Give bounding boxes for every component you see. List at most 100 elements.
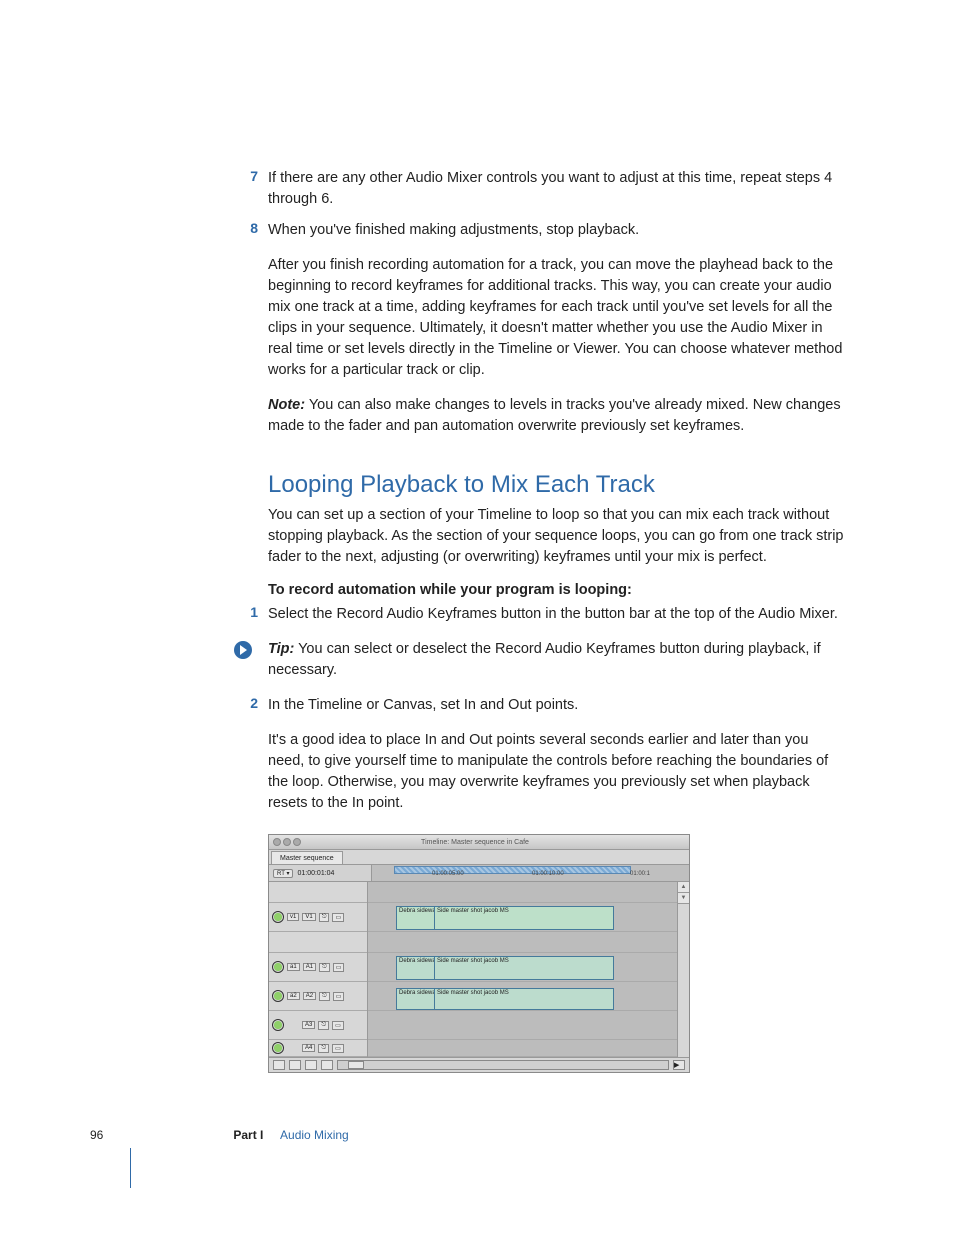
track-v1-lane[interactable]: Debra sidewa Side master shot jacob MS — [368, 903, 689, 932]
minimize-icon[interactable] — [283, 838, 291, 846]
track-header-v1[interactable]: v1 V1 ⎋ ▭ — [269, 903, 367, 932]
ruler[interactable]: 01:00:05:00 01:00:10:00 01:00:1 — [372, 865, 689, 881]
step-8-text: When you've finished making adjustments,… — [268, 220, 639, 241]
clip-a1-b[interactable]: Side master shot jacob MS — [434, 956, 614, 980]
loop-step-2-text: In the Timeline or Canvas, set In and Ou… — [268, 695, 578, 716]
scroll-right-icon[interactable]: ▶ — [673, 1060, 685, 1070]
tip-text: You can select or deselect the Record Au… — [268, 641, 821, 678]
clip-a2-b[interactable]: Side master shot jacob MS — [434, 988, 614, 1010]
scroll-thumb[interactable] — [348, 1061, 364, 1069]
track-a3-lane[interactable] — [368, 1011, 689, 1040]
track-header-a4[interactable]: A4 ⎋ ▭ — [269, 1040, 367, 1057]
src-v1[interactable]: v1 — [287, 913, 299, 921]
track-enable-icon[interactable] — [272, 911, 284, 923]
section-heading: Looping Playback to Mix Each Track — [268, 471, 848, 499]
window-traffic-lights — [269, 838, 301, 846]
loop-step-2-num: 2 — [234, 695, 258, 716]
tip-row: Tip: You can select or deselect the Reco… — [268, 639, 848, 681]
zoom-icon[interactable] — [293, 838, 301, 846]
track-a2-lane[interactable]: Debra sidewa Side master shot jacob MS — [368, 982, 689, 1011]
toggle-2[interactable] — [289, 1060, 301, 1070]
src-a2[interactable]: a2 — [287, 992, 300, 1000]
dest-a4[interactable]: A4 — [302, 1044, 315, 1052]
toggle-1[interactable] — [273, 1060, 285, 1070]
note-text: You can also make changes to levels in t… — [268, 397, 841, 434]
mute-icon[interactable]: ▭ — [333, 963, 345, 972]
loop-step-1-num: 1 — [234, 604, 258, 625]
track-header-a2[interactable]: a2 A2 ⎋ ▭ — [269, 982, 367, 1011]
toggle-4[interactable] — [321, 1060, 333, 1070]
step-number-8: 8 — [234, 220, 258, 241]
horizontal-scrollbar[interactable] — [337, 1060, 669, 1070]
content-column: 7 If there are any other Audio Mixer con… — [268, 168, 848, 1073]
procedure-heading: To record automation while your program … — [268, 582, 848, 598]
scroll-down-icon[interactable]: ▼ — [678, 893, 689, 904]
in-out-region — [394, 866, 631, 874]
track-header-a1[interactable]: a1 A1 ⎋ ▭ — [269, 953, 367, 982]
step-number-7: 7 — [234, 168, 258, 210]
track-enable-icon[interactable] — [272, 1042, 284, 1054]
timeline-body: v1 V1 ⎋ ▭ a1 A1 ⎋ ▭ a2 — [269, 882, 689, 1057]
sequence-tabs: Master sequence — [269, 850, 689, 865]
page: 7 If there are any other Audio Mixer con… — [0, 0, 954, 1235]
track-a1-lane[interactable]: Debra sidewa Side master shot jacob MS — [368, 953, 689, 982]
step-7-row: 7 If there are any other Audio Mixer con… — [268, 168, 848, 210]
track-area[interactable]: Debra sidewa Side master shot jacob MS D… — [368, 882, 689, 1057]
step-7-text: If there are any other Audio Mixer contr… — [268, 168, 848, 210]
ruler-tc-1: 01:00:05:00 — [432, 871, 464, 877]
dest-a1[interactable]: A1 — [303, 963, 316, 971]
ruler-tc-2: 01:00:10:00 — [532, 871, 564, 877]
track-enable-icon[interactable] — [272, 961, 284, 973]
current-timecode: 01:00:01:04 — [297, 870, 334, 877]
loop-para: It's a good idea to place In and Out poi… — [268, 730, 848, 814]
ruler-left: RT ▾ 01:00:01:04 — [269, 865, 372, 881]
dest-v1[interactable]: V1 — [302, 913, 315, 921]
rt-menu[interactable]: RT ▾ — [273, 869, 293, 878]
clip-v1-a[interactable]: Debra sidewa — [396, 906, 438, 930]
scroll-up-icon[interactable]: ▲ — [678, 882, 689, 893]
clip-a2-a[interactable]: Debra sidewa — [396, 988, 438, 1010]
tip-label: Tip: — [268, 641, 294, 657]
close-icon[interactable] — [273, 838, 281, 846]
dest-a2[interactable]: A2 — [303, 992, 316, 1000]
tab-master-sequence[interactable]: Master sequence — [271, 851, 343, 864]
lock-icon[interactable]: ⎋ — [318, 1021, 329, 1030]
track-a4-lane[interactable] — [368, 1040, 689, 1057]
loop-step-1-row: 1 Select the Record Audio Keyframes butt… — [268, 604, 848, 625]
clip-a1-a[interactable]: Debra sidewa — [396, 956, 438, 980]
ruler-row: RT ▾ 01:00:01:04 01:00:05:00 01:00:10:00… — [269, 865, 689, 882]
page-footer: 96 Part I Audio Mixing — [90, 1128, 349, 1142]
lock-icon[interactable]: ⎋ — [319, 992, 330, 1001]
lock-icon[interactable]: ⎋ — [318, 1044, 329, 1053]
track-enable-icon[interactable] — [272, 1019, 284, 1031]
vertical-scrollbar[interactable]: ▲ ▼ — [677, 882, 689, 1057]
after-para: After you finish recording automation fo… — [268, 255, 848, 381]
loop-step-1-text: Select the Record Audio Keyframes button… — [268, 604, 838, 625]
play-tip-icon — [234, 641, 252, 659]
note-para: Note: You can also make changes to level… — [268, 395, 848, 437]
dest-a3[interactable]: A3 — [302, 1021, 315, 1029]
step-8-row: 8 When you've finished making adjustment… — [268, 220, 848, 241]
window-titlebar: Timeline: Master sequence in Cafe — [269, 835, 689, 850]
src-a1[interactable]: a1 — [287, 963, 300, 971]
window-title: Timeline: Master sequence in Cafe — [301, 839, 649, 846]
visible-icon[interactable]: ▭ — [332, 913, 344, 922]
chapter-label: Audio Mixing — [280, 1128, 349, 1142]
footer-rule — [130, 1148, 131, 1188]
track-header-a3[interactable]: A3 ⎋ ▭ — [269, 1011, 367, 1040]
track-enable-icon[interactable] — [272, 990, 284, 1002]
ruler-tc-3: 01:00:1 — [630, 871, 650, 877]
track-headers: v1 V1 ⎋ ▭ a1 A1 ⎋ ▭ a2 — [269, 882, 368, 1057]
lock-icon[interactable]: ⎋ — [319, 963, 330, 972]
mute-icon[interactable]: ▭ — [332, 1044, 344, 1053]
toggle-3[interactable] — [305, 1060, 317, 1070]
mute-icon[interactable]: ▭ — [332, 1021, 344, 1030]
page-number: 96 — [90, 1128, 230, 1142]
lock-icon[interactable]: ⎋ — [319, 913, 330, 922]
loop-step-2-row: 2 In the Timeline or Canvas, set In and … — [268, 695, 848, 716]
clip-v1-b[interactable]: Side master shot jacob MS — [434, 906, 614, 930]
timeline-screenshot: Timeline: Master sequence in Cafe Master… — [268, 834, 690, 1073]
mute-icon[interactable]: ▭ — [333, 992, 345, 1001]
loop-intro: You can set up a section of your Timelin… — [268, 505, 848, 568]
part-label: Part I — [233, 1128, 263, 1142]
